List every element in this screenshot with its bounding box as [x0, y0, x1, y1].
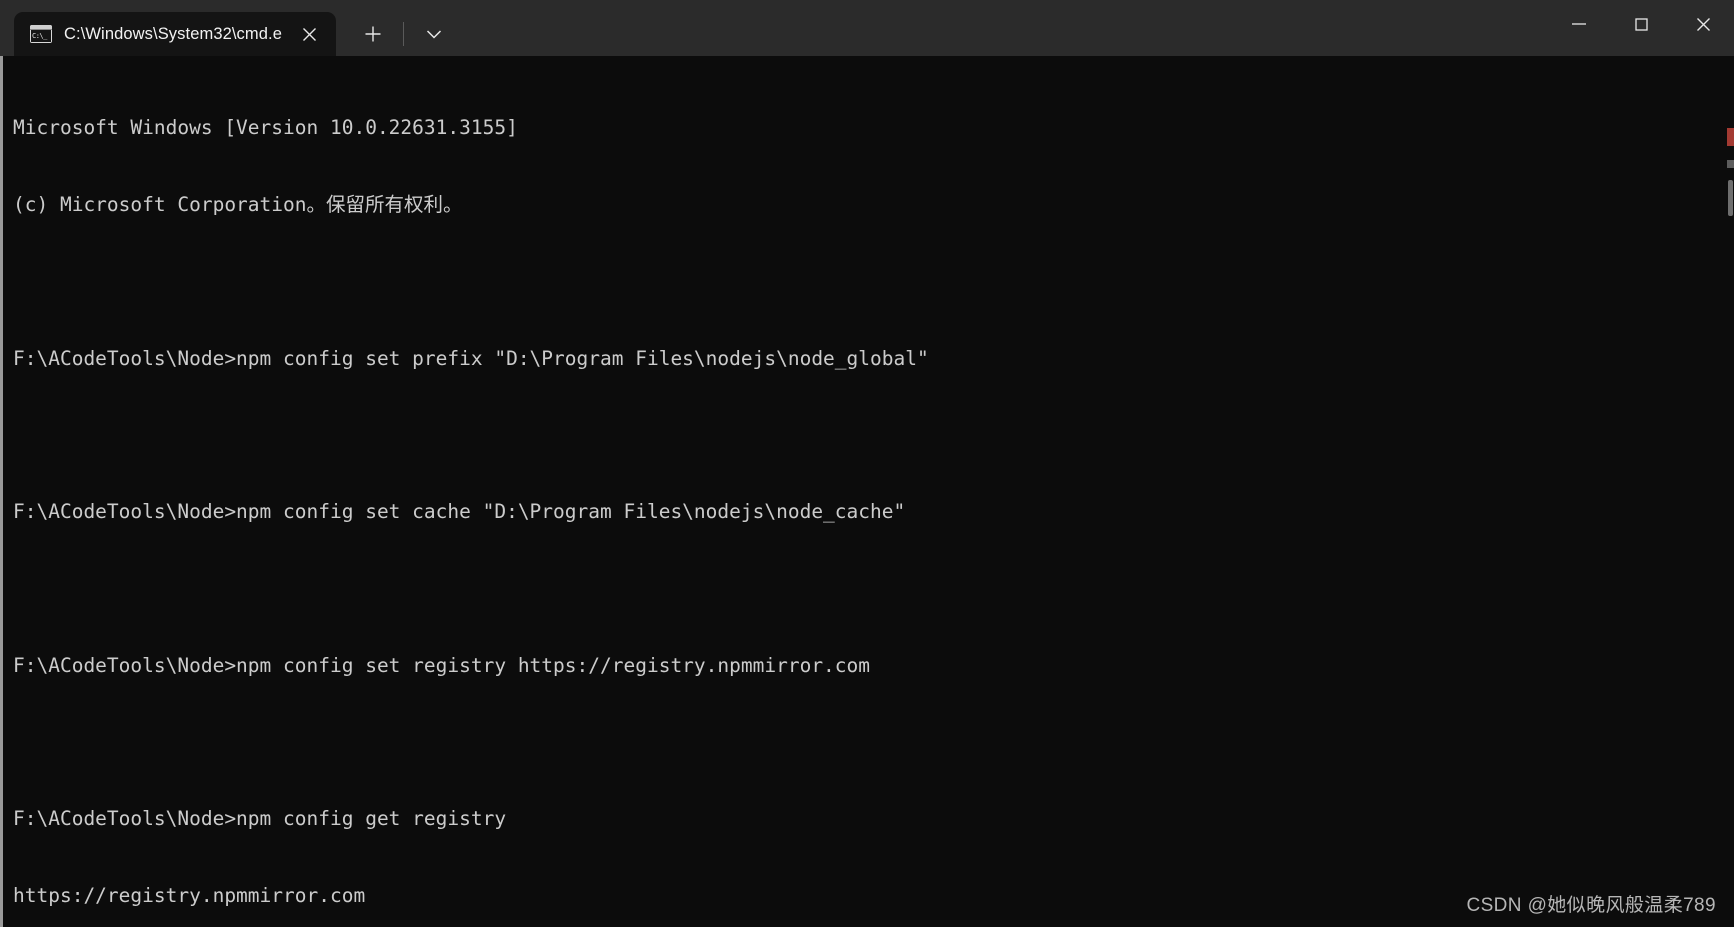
new-tab-icon[interactable]: [351, 12, 395, 56]
window-controls: [1548, 0, 1734, 48]
scroll-mark-info: [1727, 160, 1734, 168]
chevron-down-icon[interactable]: [412, 12, 456, 56]
titlebar: C:\_ C:\Windows\System32\cmd.e: [0, 0, 1734, 56]
close-tab-icon[interactable]: [294, 18, 326, 50]
minimize-button[interactable]: [1548, 0, 1610, 48]
terminal-output: Microsoft Windows [Version 10.0.22631.31…: [13, 64, 1714, 927]
terminal-line: (c) Microsoft Corporation。保留所有权利。: [13, 192, 463, 216]
tab-strip: C:\_ C:\Windows\System32\cmd.e: [0, 0, 456, 56]
scrollbar[interactable]: [1727, 56, 1734, 927]
close-button[interactable]: [1672, 0, 1734, 48]
cmd-console-icon-glyph: C:\_: [31, 30, 51, 42]
toolbar-separator: [402, 22, 404, 46]
scrollbar-thumb[interactable]: [1728, 180, 1733, 216]
maximize-button[interactable]: [1610, 0, 1672, 48]
terminal-line: F:\ACodeTools\Node>npm config set prefix…: [13, 346, 929, 370]
terminal-line: F:\ACodeTools\Node>npm config get regist…: [13, 807, 507, 831]
cmd-console-icon: C:\_: [30, 25, 52, 43]
terminal-line: https://registry.npmmirror.com: [13, 884, 366, 907]
terminal-line: Microsoft Windows [Version 10.0.22631.31…: [13, 116, 518, 140]
tab-title: C:\Windows\System32\cmd.e: [64, 24, 282, 43]
csdn-watermark: CSDN @她似晚风般温柔789: [1466, 895, 1716, 916]
terminal-line: F:\ACodeTools\Node>npm config set cache …: [13, 500, 906, 524]
terminal-window: C:\_ C:\Windows\System32\cmd.e Microsoft…: [0, 0, 1734, 927]
scroll-mark-error: [1727, 128, 1734, 146]
terminal-line: F:\ACodeTools\Node>npm config set regist…: [13, 653, 871, 677]
tab-cmd[interactable]: C:\_ C:\Windows\System32\cmd.e: [14, 12, 336, 56]
terminal-viewport[interactable]: Microsoft Windows [Version 10.0.22631.31…: [0, 56, 1734, 927]
